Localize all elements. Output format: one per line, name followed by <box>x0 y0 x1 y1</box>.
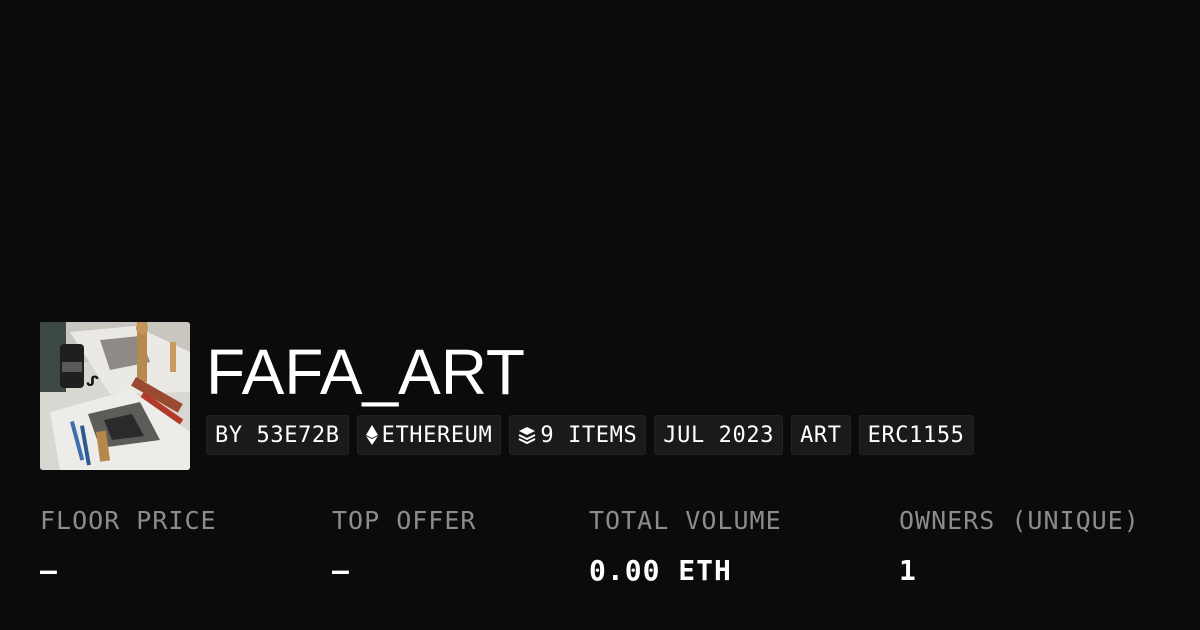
ethereum-icon <box>365 425 378 445</box>
floor-price-label: FLOOR PRICE <box>40 506 217 535</box>
items-badge-label: 9 ITEMS <box>540 422 638 448</box>
top-offer-value: – <box>332 554 350 587</box>
category-badge-label: ART <box>800 422 842 448</box>
top-offer-stat: TOP OFFER – <box>332 503 476 589</box>
floor-price-stat: FLOOR PRICE – <box>40 503 217 589</box>
chain-badge-label: ETHEREUM <box>381 422 493 448</box>
category-badge: ART <box>791 415 851 455</box>
standard-badge-label: ERC1155 <box>867 422 965 448</box>
floor-price-value: – <box>40 554 58 587</box>
date-badge-label: JUL 2023 <box>663 422 775 448</box>
owners-stat: OWNERS (UNIQUE) 1 <box>899 503 1140 589</box>
total-volume-label: TOTAL VOLUME <box>589 506 782 535</box>
owners-value: 1 <box>899 554 917 587</box>
standard-badge: ERC1155 <box>858 415 974 455</box>
collection-title: FAFA_ART <box>206 336 525 408</box>
items-badge: 9 ITEMS <box>509 415 647 455</box>
collection-thumbnail: ᔑ <box>40 322 190 470</box>
total-volume-stat: TOTAL VOLUME 0.00 ETH <box>589 503 782 589</box>
svg-text:ᔑ: ᔑ <box>86 374 99 390</box>
owners-label: OWNERS (UNIQUE) <box>899 506 1140 535</box>
collection-badges: BY 53E72B ETHEREUM 9 ITEMS JUL 2023 ART … <box>206 415 974 455</box>
top-offer-label: TOP OFFER <box>332 506 477 535</box>
creator-badge-label: BY 53E72B <box>215 422 340 448</box>
chain-badge: ETHEREUM <box>356 415 502 455</box>
artwork-thumbnail-image: ᔑ <box>40 322 190 470</box>
date-badge: JUL 2023 <box>654 415 784 455</box>
layers-icon <box>518 426 536 444</box>
creator-badge[interactable]: BY 53E72B <box>206 415 349 455</box>
total-volume-value: 0.00 ETH <box>589 554 732 587</box>
